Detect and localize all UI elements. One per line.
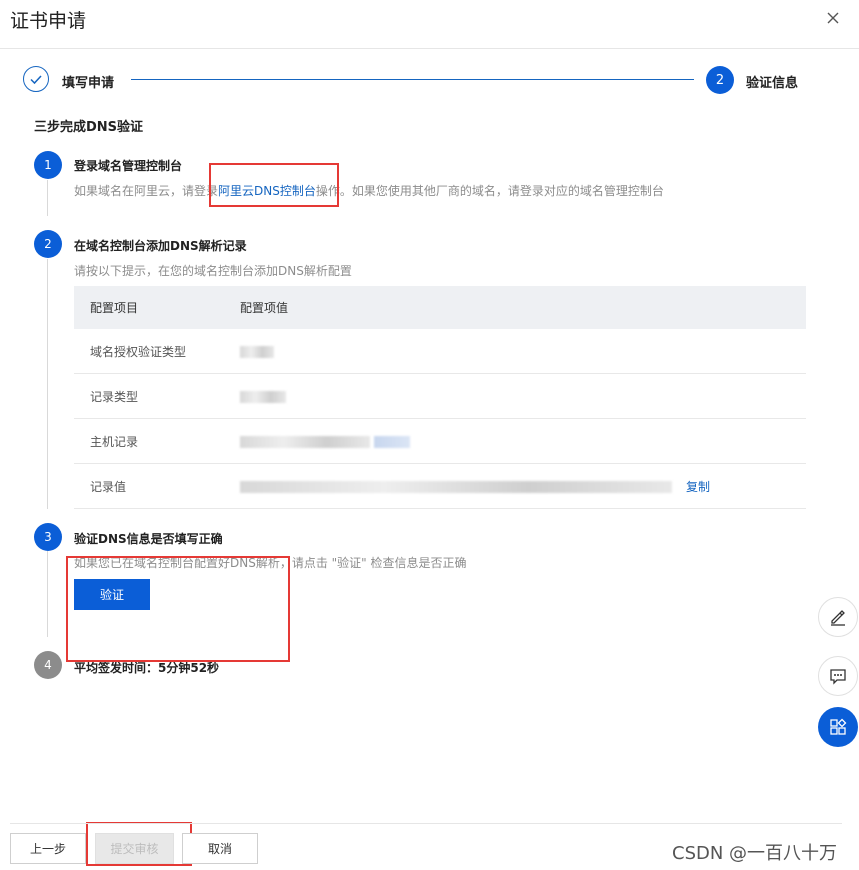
feedback-icon [830, 669, 846, 685]
header-divider [0, 48, 859, 49]
table-header-item: 配置项目 [74, 286, 239, 329]
step-connector [47, 259, 48, 509]
item2-desc: 请按以下提示，在您的域名控制台添加DNS解析配置 [74, 264, 352, 278]
row-value [239, 373, 806, 419]
highlight-box-verify [66, 556, 290, 662]
row-value [239, 329, 806, 374]
row-value [239, 418, 806, 464]
row-label: 记录类型 [74, 373, 239, 419]
apps-float-button[interactable] [818, 707, 858, 747]
section-title: 三步完成DNS验证 [34, 120, 144, 135]
step1-done-indicator [23, 66, 49, 92]
table-header-value: 配置项值 [239, 286, 806, 329]
step2-label: 验证信息 [746, 76, 799, 91]
watermark: CSDN @一百八十万 [672, 843, 838, 864]
highlight-box-console-link [209, 163, 339, 207]
dialog-title: 证书申请 [10, 10, 87, 32]
item2-number: 2 [34, 230, 62, 258]
redacted-value [240, 345, 274, 358]
step-connector [47, 180, 48, 216]
item1-desc-prefix: 如果域名在阿里云，请登录 [74, 184, 219, 198]
dns-config-table: 配置项目 配置项值 域名授权验证类型 记录类型 主机记录 记录值 复制 [74, 286, 806, 509]
item1-number: 1 [34, 151, 62, 179]
prev-step-button[interactable]: 上一步 [10, 833, 86, 864]
step-progress-line [131, 79, 694, 80]
submit-review-button[interactable]: 提交审核 [95, 833, 174, 864]
item3-number: 3 [34, 523, 62, 551]
step-connector [47, 551, 48, 637]
edit-float-button[interactable] [818, 597, 858, 637]
apps-icon [830, 718, 847, 735]
item2-title: 在域名控制台添加DNS解析记录 [74, 239, 247, 253]
table-row: 域名授权验证类型 [74, 329, 806, 374]
row-label: 主机记录 [74, 418, 239, 464]
check-icon [30, 75, 42, 85]
feedback-float-button[interactable] [818, 656, 858, 696]
item1-desc-suffix: 操作。如果您使用其他厂商的域名，请登录对应的域名管理控制台 [315, 184, 664, 198]
item4-number: 4 [34, 651, 62, 679]
row-label: 记录值 [74, 463, 239, 509]
step2-indicator: 2 [706, 66, 734, 94]
table-header-row: 配置项目 配置项值 [74, 286, 806, 329]
item3-title: 验证DNS信息是否填写正确 [74, 532, 223, 546]
redacted-value [240, 435, 370, 448]
table-row: 主机记录 [74, 418, 806, 464]
row-value: 复制 [239, 463, 806, 509]
redacted-value [240, 481, 672, 493]
row-label: 域名授权验证类型 [74, 329, 239, 374]
step1-label: 填写申请 [62, 76, 115, 91]
redacted-value [240, 390, 286, 403]
edit-icon [831, 610, 845, 626]
table-row: 记录值 复制 [74, 463, 806, 509]
redacted-value [373, 435, 410, 448]
item1-desc: 如果域名在阿里云，请登录阿里云DNS控制台操作。如果您使用其他厂商的域名，请登录… [74, 182, 664, 199]
table-row: 记录类型 [74, 373, 806, 419]
item1-title: 登录域名管理控制台 [74, 159, 183, 173]
cancel-button[interactable]: 取消 [182, 833, 258, 864]
copy-button[interactable]: 复制 [686, 480, 710, 494]
footer-divider [10, 823, 842, 824]
close-icon[interactable] [825, 10, 841, 26]
